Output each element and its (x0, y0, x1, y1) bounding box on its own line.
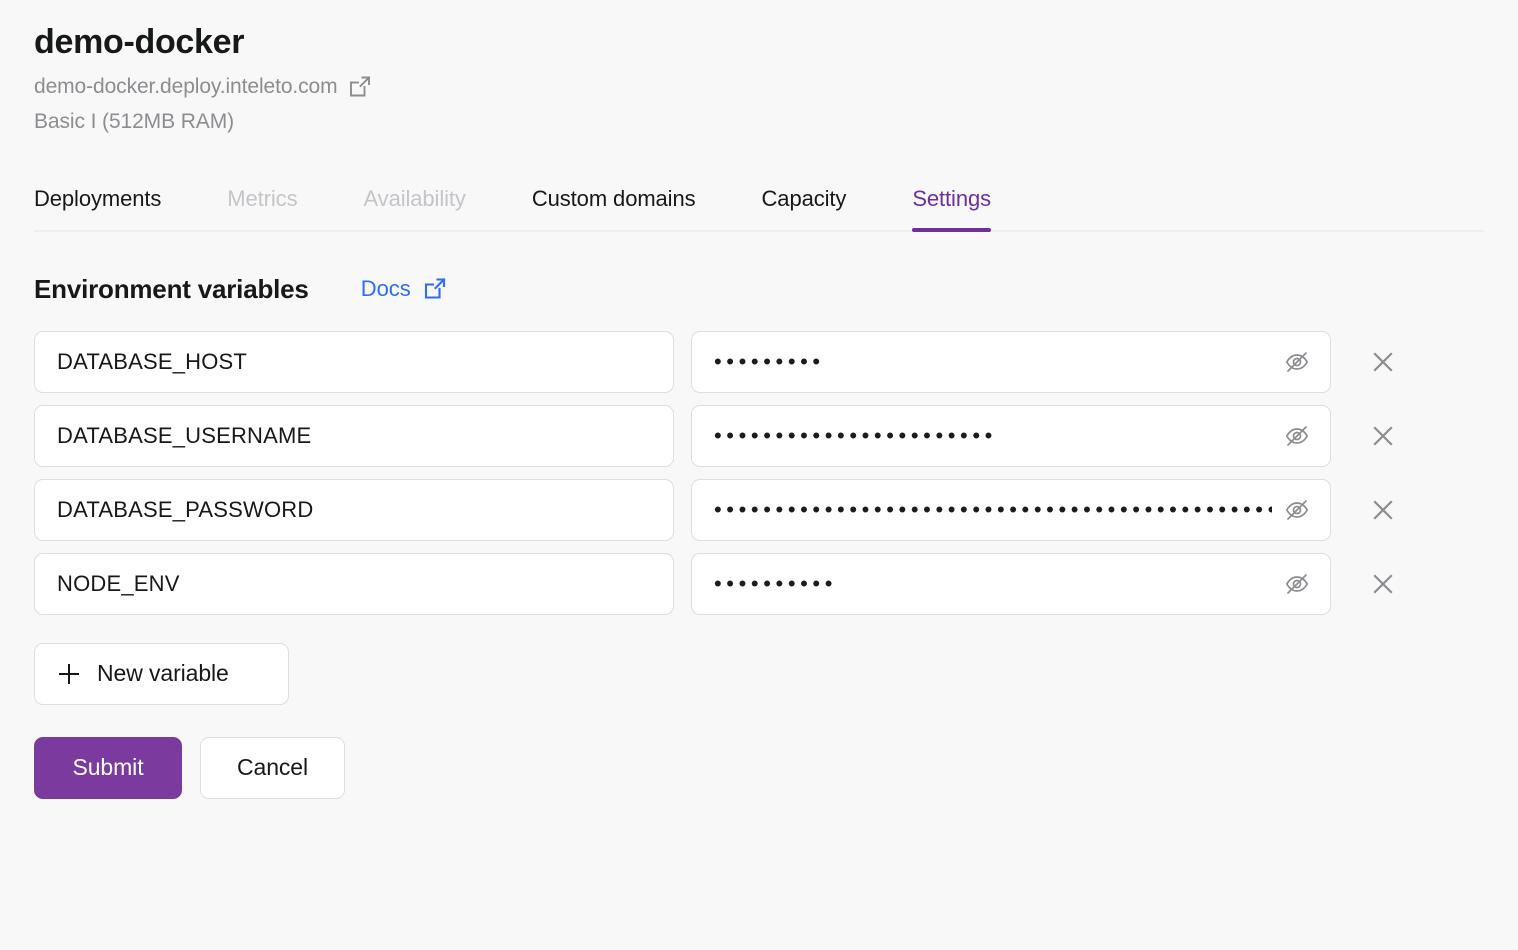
tab-metrics: Metrics (227, 186, 297, 230)
section-title: Environment variables (34, 274, 309, 305)
cancel-button[interactable]: Cancel (200, 737, 345, 799)
submit-button[interactable]: Submit (34, 737, 182, 799)
form-actions: Submit Cancel (34, 737, 1484, 799)
env-var-value-input[interactable]: ••••••••• (691, 331, 1331, 393)
env-var-masked-value: ••••••••• (714, 351, 1272, 373)
tab-settings[interactable]: Settings (912, 186, 991, 230)
env-var-row: DATABASE_USERNAME ••••••••••••••••••••••… (34, 405, 1484, 467)
close-icon[interactable] (1353, 553, 1413, 615)
eye-off-icon[interactable] (1282, 495, 1312, 525)
new-variable-button[interactable]: New variable (34, 643, 289, 705)
tab-availability: Availability (364, 186, 466, 230)
env-var-row: DATABASE_PASSWORD ••••••••••••••••••••••… (34, 479, 1484, 541)
eye-off-icon[interactable] (1282, 347, 1312, 377)
section-header: Environment variables Docs (34, 274, 1484, 305)
close-icon[interactable] (1353, 331, 1413, 393)
env-var-row: NODE_ENV •••••••••• (34, 553, 1484, 615)
env-var-key-value: DATABASE_USERNAME (57, 423, 311, 449)
docs-link-label: Docs (361, 276, 411, 302)
external-link-icon (422, 276, 448, 302)
env-var-key-input[interactable]: DATABASE_HOST (34, 331, 674, 393)
app-header: demo-docker demo-docker.deploy.inteleto.… (34, 0, 1484, 134)
app-url: demo-docker.deploy.inteleto.com (34, 75, 338, 99)
env-var-key-value: DATABASE_HOST (57, 349, 247, 375)
environment-variables-list: DATABASE_HOST ••••••••• (34, 331, 1484, 615)
env-var-value-input[interactable]: •••••••••• (691, 553, 1331, 615)
env-var-value-input[interactable]: ••••••••••••••••••••••• (691, 405, 1331, 467)
docs-link[interactable]: Docs (361, 276, 448, 302)
close-icon[interactable] (1353, 479, 1413, 541)
tab-deployments[interactable]: Deployments (34, 186, 161, 230)
env-var-masked-value: ••••••••••••••••••••••••••••••••••••••••… (714, 499, 1272, 521)
env-var-key-input[interactable]: NODE_ENV (34, 553, 674, 615)
tab-custom-domains[interactable]: Custom domains (532, 186, 696, 230)
eye-off-icon[interactable] (1282, 421, 1312, 451)
settings-page: demo-docker demo-docker.deploy.inteleto.… (0, 0, 1518, 950)
page-title: demo-docker (34, 22, 1484, 63)
env-var-key-input[interactable]: DATABASE_PASSWORD (34, 479, 674, 541)
plus-icon (57, 662, 81, 686)
tab-capacity[interactable]: Capacity (762, 186, 847, 230)
new-variable-label: New variable (97, 660, 229, 687)
eye-off-icon[interactable] (1282, 569, 1312, 599)
env-var-value-input[interactable]: ••••••••••••••••••••••••••••••••••••••••… (691, 479, 1331, 541)
env-var-key-input[interactable]: DATABASE_USERNAME (34, 405, 674, 467)
close-icon[interactable] (1353, 405, 1413, 467)
env-var-masked-value: ••••••••••••••••••••••• (714, 425, 1272, 447)
app-plan: Basic I (512MB RAM) (34, 110, 1484, 134)
external-link-icon[interactable] (347, 74, 373, 100)
env-var-key-value: DATABASE_PASSWORD (57, 497, 313, 523)
tab-bar: Deployments Metrics Availability Custom … (34, 186, 1484, 232)
env-var-row: DATABASE_HOST ••••••••• (34, 331, 1484, 393)
env-var-key-value: NODE_ENV (57, 571, 180, 597)
env-var-masked-value: •••••••••• (714, 573, 1272, 595)
app-url-row: demo-docker.deploy.inteleto.com (34, 74, 1484, 100)
